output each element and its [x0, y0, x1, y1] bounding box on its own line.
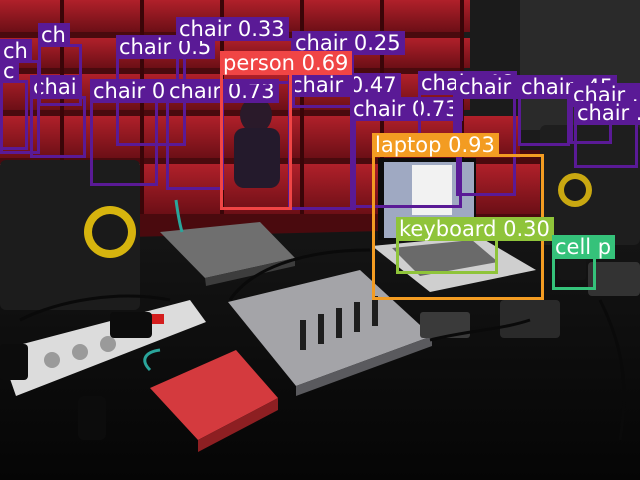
detection-label: keyboard 0.30 [396, 217, 554, 241]
detection-box-chair: chair .45 [518, 75, 618, 146]
plug [78, 396, 106, 440]
detection-label: laptop 0.93 [372, 133, 499, 157]
detection-box-person: person 0.69 [220, 51, 353, 210]
detection-label: cell p [552, 235, 616, 259]
detection-label: chair 0.33 [176, 17, 289, 41]
detection-box-chair: ch [38, 23, 82, 106]
detection-box-cell-phone: cell p [552, 235, 616, 290]
detection-box-keyboard: keyboard 0.30 [396, 217, 554, 274]
detection-label: ch [38, 23, 70, 47]
detection-label: person 0.69 [220, 51, 353, 75]
detection-label: ch [0, 39, 32, 63]
detection-image: chai c ch ch chair 0.80 chair 0.5 chair … [0, 0, 640, 480]
power-adapter [0, 344, 28, 380]
detection-box-chair: chair .38 [574, 101, 640, 168]
detection-label: chair .38 [574, 101, 640, 125]
detection-box-chair: chair 0.47 [288, 73, 401, 210]
detection-box-chair: ch [0, 39, 40, 154]
small-controller [500, 300, 560, 338]
detection-box-chair: chair 0.73 [166, 79, 279, 190]
power-adapter [110, 312, 152, 338]
